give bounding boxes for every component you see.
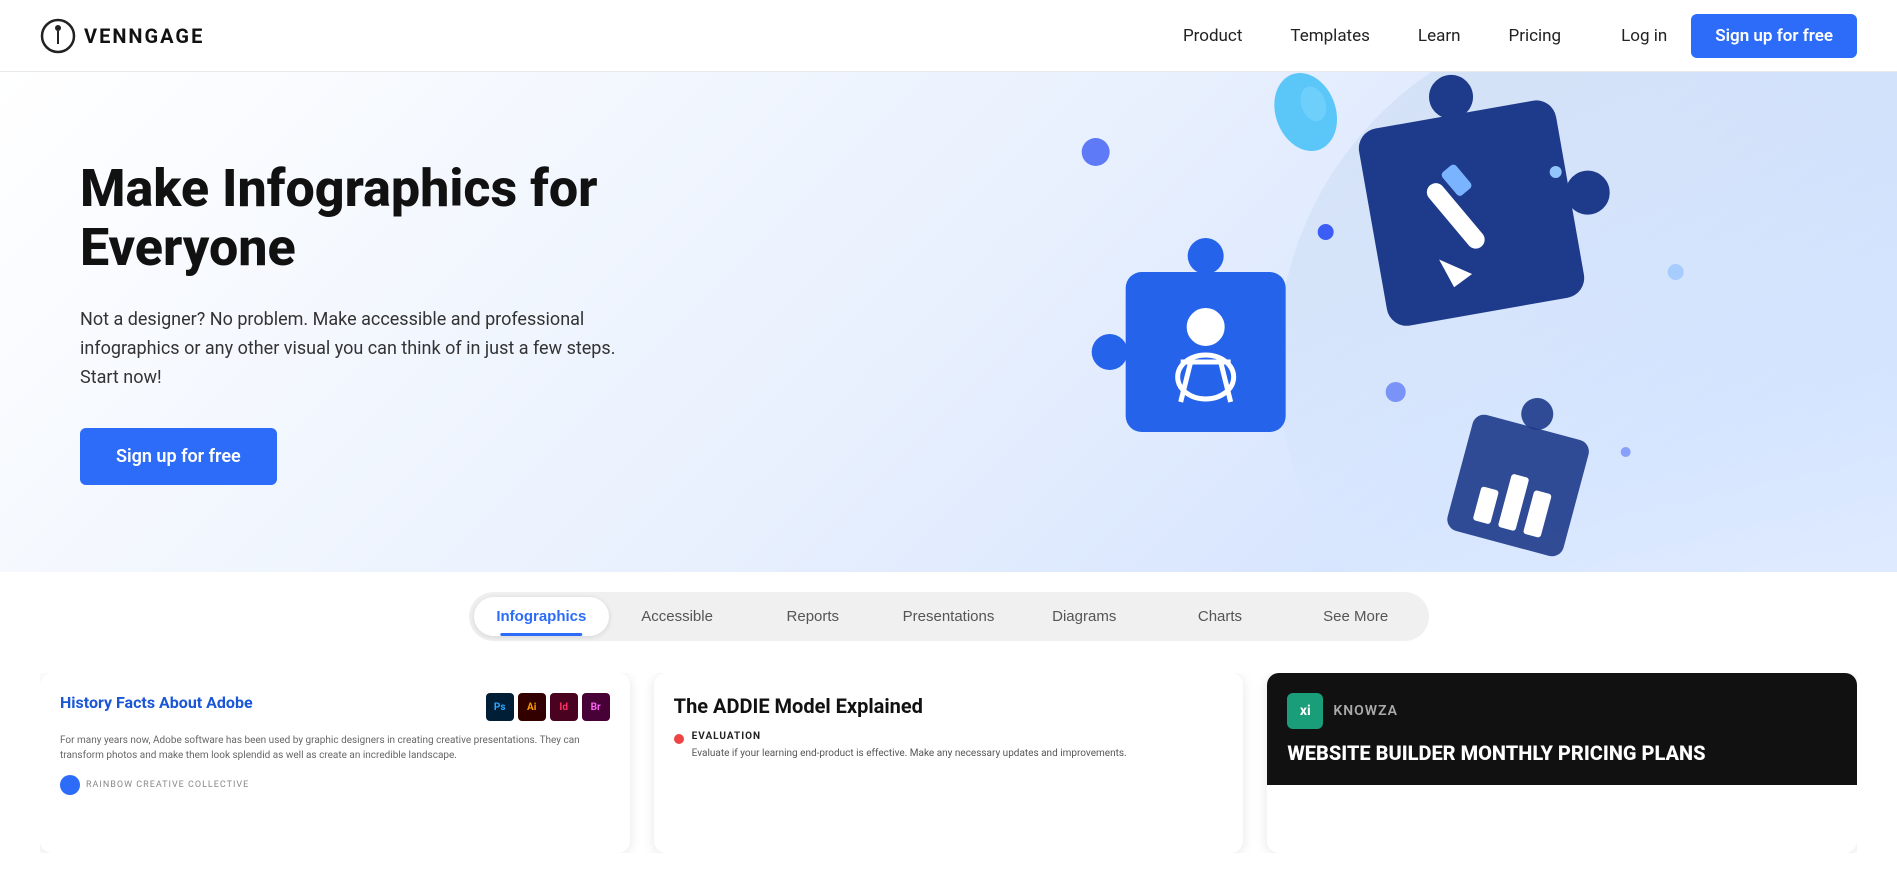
card-addie[interactable]: The ADDIE Model Explained EVALUATION Eva… [654, 673, 1244, 853]
nav-links: Product Templates Learn Pricing [1183, 26, 1561, 46]
nav-templates[interactable]: Templates [1290, 26, 1370, 46]
ps-icon: Ps [486, 693, 514, 721]
card-adobe[interactable]: History Facts About Adobe Ps Ai Id Br Fo… [40, 673, 630, 853]
knowza-brand: knowza [1333, 703, 1398, 719]
card-adobe-title: History Facts About Adobe [60, 693, 253, 714]
card-adobe-header: History Facts About Adobe Ps Ai Id Br [60, 693, 610, 721]
signup-button-nav[interactable]: Sign up for free [1691, 14, 1857, 58]
br-icon: Br [582, 693, 610, 721]
nav-learn[interactable]: Learn [1418, 26, 1461, 46]
logo-link[interactable]: VENNGAGE [40, 18, 204, 54]
tabs-bar: Infographics Accessible Reports Presenta… [469, 592, 1429, 641]
tab-diagrams[interactable]: Diagrams [1016, 597, 1152, 636]
nav-right: Log in Sign up for free [1621, 14, 1857, 58]
nav-product[interactable]: Product [1183, 26, 1242, 46]
brand-name: VENNGAGE [84, 24, 204, 48]
card-addie-title: The ADDIE Model Explained [674, 693, 1224, 719]
cards-section: History Facts About Adobe Ps Ai Id Br Fo… [0, 641, 1897, 885]
card-adobe-inner: History Facts About Adobe Ps Ai Id Br Fo… [40, 673, 630, 815]
card-adobe-footer-text: RAINBOW CREATIVE COLLECTIVE [86, 780, 249, 790]
card-adobe-body: For many years now, Adobe software has b… [60, 733, 610, 763]
card-adobe-footer: RAINBOW CREATIVE COLLECTIVE [60, 775, 610, 795]
id-icon: Id [550, 693, 578, 721]
tab-see-more[interactable]: See More [1288, 597, 1424, 636]
navbar: VENNGAGE Product Templates Learn Pricing… [0, 0, 1897, 72]
signup-button-hero[interactable]: Sign up for free [80, 428, 277, 485]
puzzle-svg [854, 72, 1897, 572]
tab-charts[interactable]: Charts [1152, 597, 1288, 636]
addie-eval: EVALUATION Evaluate if your learning end… [674, 731, 1224, 761]
nav-pricing[interactable]: Pricing [1509, 26, 1562, 46]
ai-icon: Ai [518, 693, 546, 721]
tab-infographics[interactable]: Infographics [474, 597, 610, 636]
footer-logo-icon [60, 775, 80, 795]
hero-section: Make Infographics for Everyone Not a des… [0, 72, 1897, 572]
adobe-icons: Ps Ai Id Br [486, 693, 610, 721]
login-link[interactable]: Log in [1621, 26, 1667, 46]
tabs-section: Infographics Accessible Reports Presenta… [0, 572, 1897, 641]
hero-subtitle: Not a designer? No problem. Make accessi… [80, 306, 620, 392]
hero-content: Make Infographics for Everyone Not a des… [0, 99, 700, 546]
eval-text: Evaluate if your learning end-product is… [692, 746, 1127, 761]
cards-row: History Facts About Adobe Ps Ai Id Br Fo… [40, 673, 1857, 853]
tab-accessible[interactable]: Accessible [609, 597, 745, 636]
eval-dot [674, 734, 684, 744]
knowza-logo: xi [1287, 693, 1323, 729]
card-addie-inner: The ADDIE Model Explained EVALUATION Eva… [654, 673, 1244, 781]
card-knowza[interactable]: xi knowza WEBSITE BUILDER MONTHLY PRICIN… [1267, 673, 1857, 853]
hero-title: Make Infographics for Everyone [80, 159, 620, 279]
eval-label: EVALUATION [692, 731, 1127, 742]
logo-icon [40, 18, 76, 54]
tab-presentations[interactable]: Presentations [881, 597, 1017, 636]
hero-illustration [854, 72, 1897, 572]
card-knowza-inner: xi knowza WEBSITE BUILDER MONTHLY PRICIN… [1267, 673, 1857, 785]
eval-content: EVALUATION Evaluate if your learning end… [692, 731, 1127, 761]
knowza-header: xi knowza [1287, 693, 1837, 729]
tab-reports[interactable]: Reports [745, 597, 881, 636]
knowza-title: WEBSITE BUILDER MONTHLY PRICING PLANS [1287, 741, 1837, 765]
